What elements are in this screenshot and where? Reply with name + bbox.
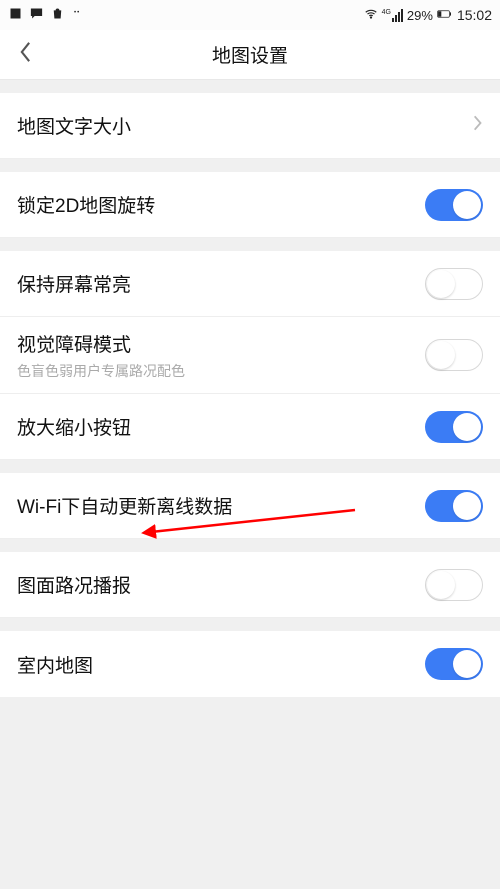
status-bar: •• 4G 29% 15:02	[0, 0, 500, 30]
more-icon: ••	[74, 6, 80, 16]
row-keep-awake[interactable]: 保持屏幕常亮	[0, 251, 500, 317]
battery-icon	[437, 7, 451, 24]
toggle-wifi-offline[interactable]	[425, 490, 483, 522]
page-title: 地图设置	[0, 41, 500, 68]
row-zoom-buttons[interactable]: 放大缩小按钮	[0, 394, 500, 460]
row-label: 放大缩小按钮	[17, 413, 425, 440]
chat-icon	[29, 6, 44, 24]
bag-icon	[50, 6, 65, 24]
statusbar-right: 4G 29% 15:02	[364, 7, 492, 24]
toggle-zoom-buttons[interactable]	[425, 411, 483, 443]
settings-list: 地图文字大小 锁定2D地图旋转 保持屏幕常亮 视觉障碍模式 色盲色弱用户专属路况…	[0, 80, 500, 889]
row-label: 地图文字大小	[17, 112, 473, 139]
toggle-keep-awake[interactable]	[425, 268, 483, 300]
row-wifi-offline[interactable]: Wi-Fi下自动更新离线数据	[0, 473, 500, 539]
back-button[interactable]	[0, 30, 50, 80]
statusbar-left: ••	[8, 6, 80, 24]
title-bar: 地图设置	[0, 30, 500, 80]
row-sublabel: 色盲色弱用户专属路况配色	[17, 361, 425, 381]
chevron-left-icon	[19, 41, 32, 68]
row-vis-impaired[interactable]: 视觉障碍模式 色盲色弱用户专属路况配色	[0, 317, 500, 394]
signal-icon: 4G	[382, 9, 403, 22]
battery-percent: 29%	[407, 8, 433, 23]
row-traffic-voice[interactable]: 图面路况播报	[0, 552, 500, 618]
toggle-traffic-voice[interactable]	[425, 569, 483, 601]
row-text-size[interactable]: 地图文字大小	[0, 93, 500, 159]
row-label: Wi-Fi下自动更新离线数据	[17, 492, 425, 519]
row-label: 室内地图	[17, 651, 425, 678]
wifi-icon	[364, 7, 378, 24]
row-lock-2d-rotate[interactable]: 锁定2D地图旋转	[0, 172, 500, 238]
toggle-lock-2d-rotate[interactable]	[425, 189, 483, 221]
toggle-indoor-map[interactable]	[425, 648, 483, 680]
clock-time: 15:02	[457, 7, 492, 23]
row-label: 图面路况播报	[17, 571, 425, 598]
picture-icon	[8, 6, 23, 24]
row-indoor-map[interactable]: 室内地图	[0, 631, 500, 697]
row-label: 保持屏幕常亮	[17, 270, 425, 297]
row-label: 锁定2D地图旋转	[17, 191, 425, 218]
chevron-right-icon	[473, 114, 483, 137]
row-label: 视觉障碍模式	[17, 330, 425, 357]
toggle-vis-impaired[interactable]	[425, 339, 483, 371]
